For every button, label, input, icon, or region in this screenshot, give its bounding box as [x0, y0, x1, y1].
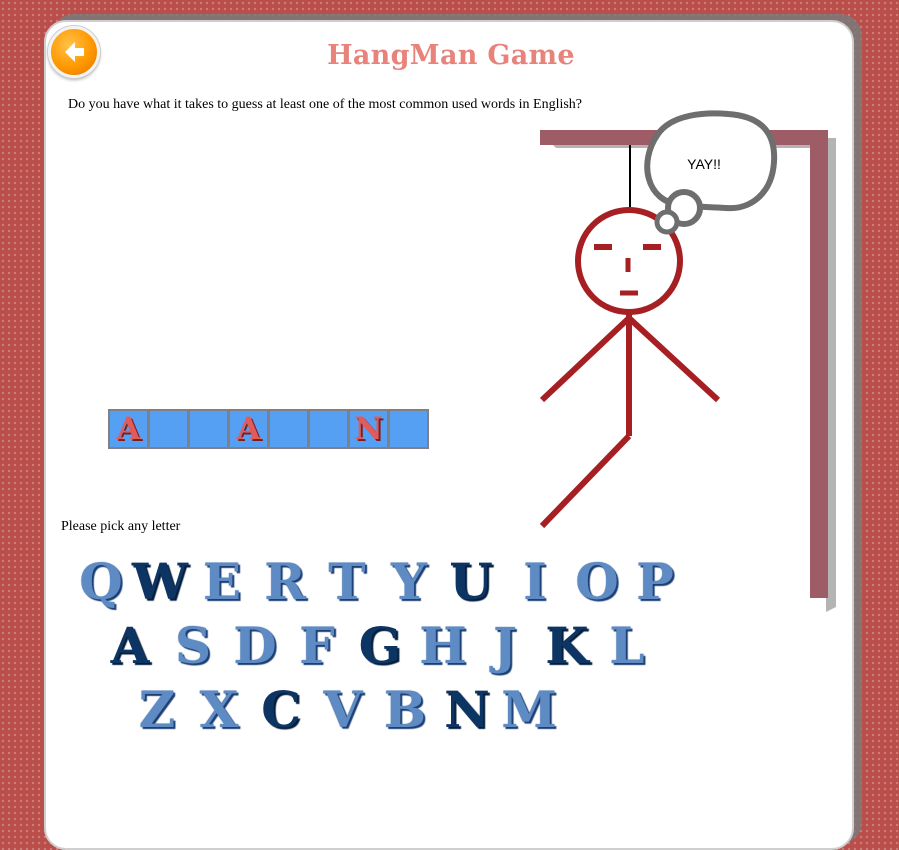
hangman-left-arm — [539, 315, 632, 403]
key-j[interactable]: J — [474, 618, 536, 674]
thought-bubble — [644, 110, 778, 235]
key-x[interactable]: X — [188, 682, 250, 738]
letter-slot — [310, 411, 347, 447]
key-n[interactable]: N — [436, 682, 498, 738]
key-f[interactable]: F — [286, 618, 348, 674]
hangman-figure — [539, 207, 721, 529]
key-p[interactable]: P — [626, 554, 684, 610]
keyboard-row-2: A S D F G H J K L — [98, 618, 656, 674]
key-e[interactable]: E — [190, 554, 254, 610]
hangman-left-leg — [539, 433, 632, 529]
key-c[interactable]: C — [250, 682, 312, 738]
letter-slot — [190, 411, 227, 447]
letter-slot — [270, 411, 307, 447]
key-m[interactable]: M — [498, 682, 560, 738]
key-v[interactable]: V — [312, 682, 374, 738]
key-y[interactable]: Y — [378, 554, 440, 610]
key-h[interactable]: H — [412, 618, 474, 674]
letter-slot: A — [230, 411, 267, 447]
word-display: A A N — [108, 409, 429, 449]
key-t[interactable]: T — [316, 554, 378, 610]
letter-slot: A — [110, 411, 147, 447]
key-r[interactable]: R — [254, 554, 316, 610]
key-q[interactable]: Q — [72, 554, 130, 610]
pick-prompt: Please pick any letter — [61, 519, 181, 534]
key-l[interactable]: L — [598, 618, 656, 674]
key-b[interactable]: B — [374, 682, 436, 738]
keyboard-row-1: Q W E R T Y U I O P — [72, 554, 684, 610]
thought-text: YAY!! — [687, 156, 721, 172]
key-o[interactable]: O — [568, 554, 626, 610]
game-card: HangMan Game Do you have what it takes t… — [44, 20, 854, 850]
key-g[interactable]: G — [348, 618, 412, 674]
key-a[interactable]: A — [98, 618, 162, 674]
keyboard-row-3: Z X C V B N M — [126, 682, 560, 738]
key-u[interactable]: U — [440, 554, 502, 610]
key-s[interactable]: S — [162, 618, 224, 674]
letter-slot: N — [350, 411, 387, 447]
key-w[interactable]: W — [130, 554, 190, 610]
key-k[interactable]: K — [536, 618, 598, 674]
key-d[interactable]: D — [224, 618, 286, 674]
key-i[interactable]: I — [502, 554, 568, 610]
key-z[interactable]: Z — [126, 682, 188, 738]
gallows-post — [810, 130, 828, 598]
hangman-right-arm — [626, 315, 721, 403]
letter-slot — [150, 411, 187, 447]
letter-slot — [390, 411, 427, 447]
